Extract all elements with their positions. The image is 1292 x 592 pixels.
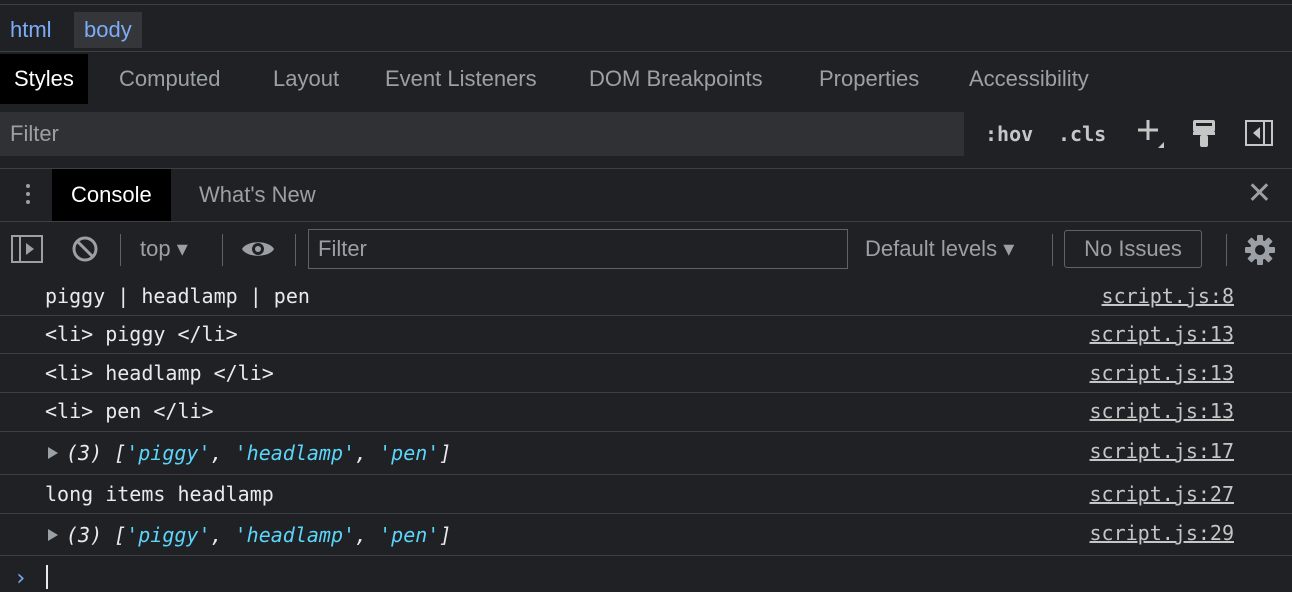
issues-button[interactable]: No Issues <box>1064 230 1202 268</box>
message-text: <li> piggy </li> <box>45 322 238 346</box>
console-input-caret[interactable] <box>46 565 48 589</box>
console-message: <li> headlamp </li> script.js:13 <box>0 354 1292 393</box>
expand-triangle-icon[interactable] <box>48 529 58 541</box>
source-link[interactable]: script.js:13 <box>1090 316 1235 353</box>
console-message: <li> piggy </li> script.js:13 <box>0 316 1292 354</box>
tab-console[interactable]: Console <box>52 169 171 221</box>
source-link[interactable]: script.js:13 <box>1090 354 1235 393</box>
breadcrumb-body[interactable]: body <box>74 12 142 48</box>
console-message-array[interactable]: (3) ['piggy', 'headlamp', 'pen'] script.… <box>0 514 1292 556</box>
console-filter-input[interactable]: Filter <box>308 229 848 269</box>
tab-whats-new[interactable]: What's New <box>180 169 335 221</box>
source-link[interactable]: script.js:27 <box>1090 475 1235 514</box>
tab-layout[interactable]: Layout <box>259 54 353 104</box>
console-message: piggy | headlamp | pen script.js:8 <box>0 277 1292 316</box>
tab-dom-breakpoints[interactable]: DOM Breakpoints <box>575 54 777 104</box>
message-text: <li> pen </li> <box>45 399 214 423</box>
tab-styles[interactable]: Styles <box>0 54 88 104</box>
console-message: long items headlamp script.js:27 <box>0 475 1292 514</box>
source-link[interactable]: script.js:13 <box>1090 393 1235 430</box>
array-preview: (3) ['piggy', 'headlamp', 'pen'] <box>66 441 452 465</box>
clear-icon[interactable] <box>71 235 99 268</box>
breadcrumb: html body <box>0 4 1292 51</box>
tab-properties[interactable]: Properties <box>805 54 933 104</box>
console-message: <li> pen </li> script.js:13 <box>0 393 1292 432</box>
toggle-sidebar-icon[interactable] <box>1244 119 1274 152</box>
breadcrumb-html[interactable]: html <box>0 12 62 48</box>
message-text: piggy | headlamp | pen <box>45 284 310 308</box>
chevron-down-icon: ▾ <box>176 236 188 261</box>
kebab-menu-icon[interactable] <box>18 181 38 211</box>
chevron-down-icon: ▾ <box>1003 236 1015 261</box>
drawer-tab-bar: Console What's New ✕ <box>0 168 1292 221</box>
plus-icon[interactable] <box>1136 118 1166 153</box>
styles-tab-bar: Styles Computed Layout Event Listeners D… <box>0 52 1292 104</box>
close-icon[interactable]: ✕ <box>1247 179 1272 209</box>
message-text: long items headlamp <box>45 482 274 506</box>
tab-computed[interactable]: Computed <box>105 54 235 104</box>
styles-filter-bar: Filter :hov .cls <box>0 104 1292 162</box>
tab-accessibility[interactable]: Accessibility <box>955 54 1103 104</box>
source-link[interactable]: script.js:29 <box>1090 514 1235 552</box>
source-link[interactable]: script.js:8 <box>1102 277 1234 316</box>
source-link[interactable]: script.js:17 <box>1090 432 1235 470</box>
paint-brush-icon[interactable] <box>1190 118 1218 153</box>
cls-toggle[interactable]: .cls <box>1058 112 1106 156</box>
console-prompt-icon: › <box>14 566 28 591</box>
message-text: <li> headlamp </li> <box>45 361 274 385</box>
array-preview: (3) ['piggy', 'headlamp', 'pen'] <box>66 523 452 547</box>
console-message-array[interactable]: (3) ['piggy', 'headlamp', 'pen'] script.… <box>0 432 1292 475</box>
hov-toggle[interactable]: :hov <box>985 112 1033 156</box>
context-selector[interactable]: top ▾ <box>140 232 188 266</box>
tab-event-listeners[interactable]: Event Listeners <box>371 54 551 104</box>
eye-icon[interactable] <box>240 237 276 266</box>
log-levels-dropdown[interactable]: Default levels ▾ <box>865 232 1014 266</box>
sidebar-toggle-icon[interactable] <box>11 235 43 268</box>
styles-filter-input[interactable]: Filter <box>0 112 964 156</box>
console-toolbar: top ▾ Filter Default levels ▾ No Issues <box>0 221 1292 276</box>
expand-triangle-icon[interactable] <box>48 447 58 459</box>
gear-icon[interactable] <box>1244 234 1276 271</box>
